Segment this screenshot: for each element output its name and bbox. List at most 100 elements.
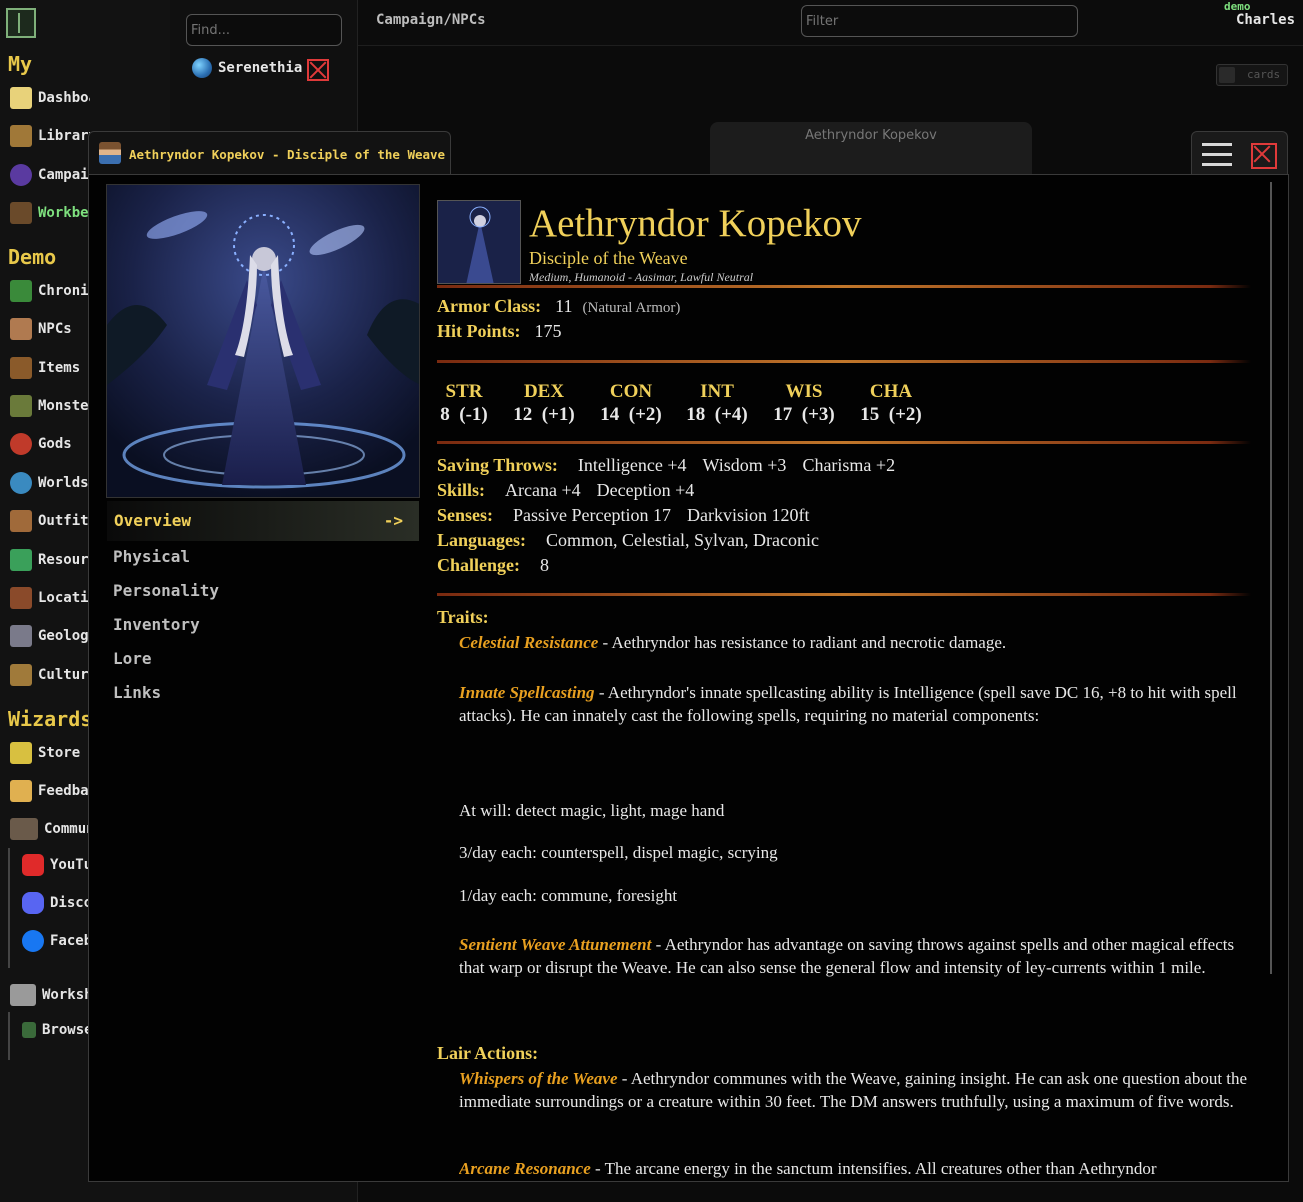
ability-score: 17 (+3) — [773, 404, 835, 425]
modal-title-tab[interactable]: Aethryndor Kopekov - Disciple of the Wea… — [88, 131, 451, 174]
world-name: Serenethia — [218, 60, 303, 76]
nav-item-discord[interactable]: Discord — [22, 889, 88, 917]
modal-close-icon[interactable] — [1251, 143, 1277, 169]
library-icon — [10, 125, 32, 147]
traits-heading: Traits: — [437, 607, 489, 627]
nav-item-outfits[interactable]: Outfits — [10, 507, 90, 535]
section-physical[interactable]: Physical — [113, 547, 190, 566]
browse-icon — [22, 1022, 36, 1038]
section-overview[interactable]: Overview -> — [107, 501, 419, 541]
nav-section-demo: Demo — [8, 245, 57, 269]
section-lore[interactable]: Lore — [113, 649, 152, 668]
ability-name: CHA — [869, 381, 913, 402]
spell-line: 3/day each: counterspell, dispel magic, … — [459, 843, 778, 862]
section-inventory[interactable]: Inventory — [113, 615, 200, 634]
breadcrumb[interactable]: Campaign/NPCs — [376, 12, 486, 28]
npc-portrait — [106, 184, 420, 498]
npc-modal: Overview -> Physical Personality Invento… — [88, 174, 1289, 1182]
gods-icon — [10, 433, 32, 455]
locations-icon — [10, 587, 32, 609]
monsters-icon — [10, 395, 32, 417]
ability-name: WIS — [785, 381, 823, 402]
workbench-icon — [10, 202, 32, 224]
discord-icon — [22, 892, 44, 914]
modal-title: Aethryndor Kopekov - Disciple of the Wea… — [129, 147, 446, 162]
nav-item-community[interactable]: Community — [10, 815, 90, 843]
divider — [437, 360, 1251, 363]
armor-class-row: Armor Class: 11 (Natural Armor) — [437, 296, 681, 316]
nav-item-geology[interactable]: Geology — [10, 622, 90, 650]
ability-score: 8 (-1) — [440, 404, 488, 425]
skills-row: Skills: Arcana +4 Deception +4 — [437, 480, 695, 500]
campaigns-icon — [10, 164, 32, 186]
nav-item-items[interactable]: Items — [10, 354, 90, 382]
youtube-icon — [22, 854, 44, 876]
languages-row: Languages: Common, Celestial, Sylvan, Dra… — [437, 530, 819, 550]
ability-name: DEX — [523, 381, 565, 402]
ability-score: 18 (+4) — [686, 404, 748, 425]
trait: Innate Spellcasting - Aethryndor's innat… — [459, 683, 1237, 725]
npc-avatar-icon — [99, 142, 121, 164]
npc-type-line: Medium, Humanoid - Aasimar, Lawful Neutr… — [529, 270, 754, 284]
lair-actions-heading: Lair Actions: — [437, 1043, 539, 1063]
ability-name: INT — [700, 381, 734, 402]
ability-name: CON — [609, 381, 653, 402]
nav-tree-line-2 — [8, 1012, 10, 1060]
nav-item-resources[interactable]: Resources — [10, 546, 90, 574]
world-close-icon[interactable] — [307, 59, 329, 81]
nav-item-campaigns[interactable]: Campaigns — [10, 161, 90, 189]
modal-scrollbar[interactable] — [1270, 182, 1272, 974]
globe-icon — [192, 58, 212, 78]
nav-item-npcs[interactable]: NPCs — [10, 315, 90, 343]
nav-item-workshop[interactable]: Workshop — [10, 981, 90, 1009]
section-links[interactable]: Links — [113, 683, 161, 702]
workshop-icon — [10, 984, 36, 1006]
nav-item-worlds[interactable]: Worlds — [10, 469, 90, 497]
nav-item-feedback[interactable]: Feedback — [10, 777, 90, 805]
cultures-icon — [10, 664, 32, 686]
npc-name: Aethryndor Kopekov — [529, 202, 862, 245]
nav-item-library[interactable]: Library — [10, 122, 90, 150]
sidebar-toggle-icon[interactable] — [6, 8, 36, 38]
geology-icon — [10, 625, 32, 647]
lair-action: Whispers of the Weave - Aethryndor commu… — [459, 1069, 1248, 1111]
cards-toggle[interactable]: cards — [1216, 64, 1288, 86]
npcs-icon — [10, 318, 32, 340]
world-selector[interactable]: Serenethia — [192, 58, 302, 78]
nav-item-store[interactable]: Store — [10, 739, 90, 767]
top-bar: Campaign/NPCs demo Charles w — [358, 0, 1303, 46]
divider — [437, 285, 1251, 288]
spell-line: 1/day each: commune, foresight — [459, 886, 678, 905]
user-name[interactable]: Charles w — [1236, 12, 1303, 28]
nav-item-facebook[interactable]: Facebook — [22, 927, 88, 955]
nav-item-chronicles[interactable]: Chronicles — [10, 277, 90, 305]
modal-controls — [1191, 131, 1288, 176]
nav-item-locations[interactable]: Locations — [10, 584, 90, 612]
section-personality[interactable]: Personality — [113, 581, 219, 600]
nav-section-my: My — [8, 52, 33, 76]
resources-icon — [10, 549, 32, 571]
hit-points-row: Hit Points: 175 — [437, 321, 562, 341]
lair-action: Arcane Resonance - The arcane energy in … — [459, 1159, 1157, 1178]
community-icon — [10, 818, 38, 840]
nav-item-browse[interactable]: Browse — [22, 1016, 88, 1044]
npc-subtitle: Disciple of the Weave — [529, 248, 688, 268]
find-input[interactable] — [186, 14, 342, 46]
filter-input[interactable] — [801, 5, 1078, 37]
feedback-icon — [10, 780, 32, 802]
nav-item-dashboard[interactable]: Dashboard — [10, 84, 90, 112]
nav-item-workbench[interactable]: Workbench — [10, 199, 90, 227]
nav-item-monsters[interactable]: Monsters — [10, 392, 90, 420]
ability-score: 12 (+1) — [513, 404, 575, 425]
trait: Sentient Weave Attunement - Aethryndor h… — [459, 935, 1235, 977]
divider — [437, 441, 1251, 444]
dashboard-icon — [10, 87, 32, 109]
menu-icon[interactable] — [1202, 143, 1232, 167]
nav-tree-line — [8, 848, 10, 968]
arrow-right-icon: -> — [383, 511, 403, 530]
spell-line: At will: detect magic, light, mage hand — [459, 801, 725, 820]
nav-item-gods[interactable]: Gods — [10, 430, 90, 458]
background-npc-card[interactable]: Aethryndor Kopekov — [710, 122, 1032, 182]
nav-item-cultures[interactable]: Cultures — [10, 661, 90, 689]
nav-item-youtube[interactable]: YouTube — [22, 851, 88, 879]
